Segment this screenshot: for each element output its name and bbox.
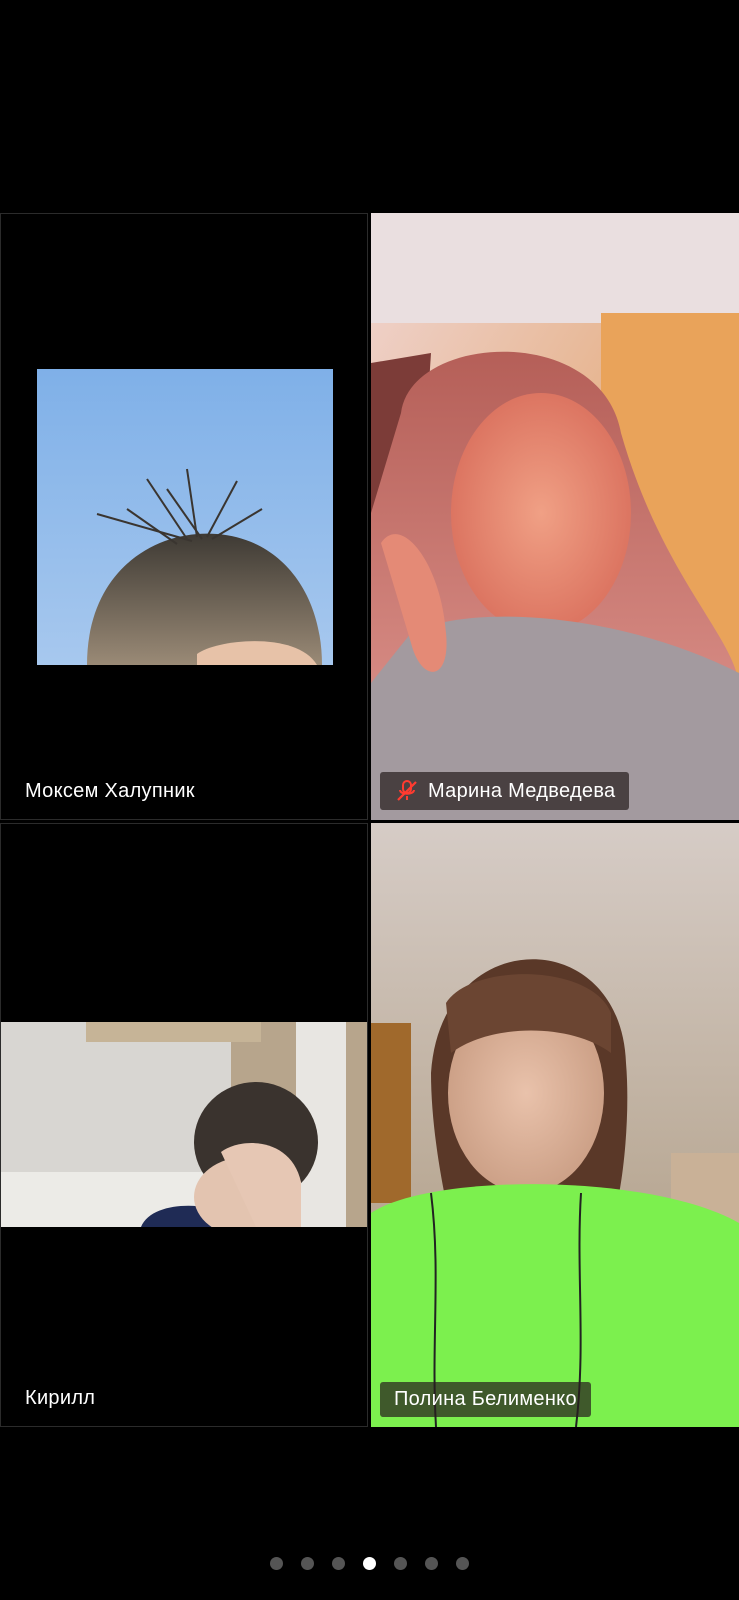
participant-tile-2[interactable]: Марина Медведева [371, 213, 739, 820]
video-feed [371, 823, 739, 1427]
page-indicator[interactable] [0, 1553, 739, 1573]
page-dot[interactable] [301, 1556, 314, 1570]
participant-name: Моксем Халупник [25, 780, 195, 802]
participant-tile-4[interactable]: Полина Белименко [371, 823, 739, 1427]
mic-muted-icon [397, 780, 417, 801]
page-dot[interactable] [332, 1556, 345, 1570]
participant-name: Полина Белименко [394, 1388, 577, 1410]
participant-name: Кирилл [25, 1387, 96, 1409]
page-dot[interactable] [394, 1556, 407, 1570]
zoom-gallery-view: Моксем Халупник Марина Медведева Кирилл … [0, 0, 739, 1600]
participant-name-plate: Марина Медведева [380, 772, 630, 810]
participant-tile-3[interactable]: Кирилл [0, 823, 368, 1427]
video-feed [371, 213, 739, 820]
participant-tile-1[interactable]: Моксем Халупник [0, 213, 368, 820]
page-dot[interactable] [270, 1556, 283, 1570]
video-feed [1, 1022, 367, 1227]
participant-name-plate: Полина Белименко [380, 1382, 591, 1417]
participant-name: Марина Медведева [428, 779, 616, 802]
page-dot[interactable] [425, 1556, 438, 1570]
page-dot-active[interactable] [363, 1556, 376, 1570]
avatar [37, 369, 333, 665]
hair-photo-icon [37, 369, 333, 665]
page-dot[interactable] [456, 1556, 469, 1570]
